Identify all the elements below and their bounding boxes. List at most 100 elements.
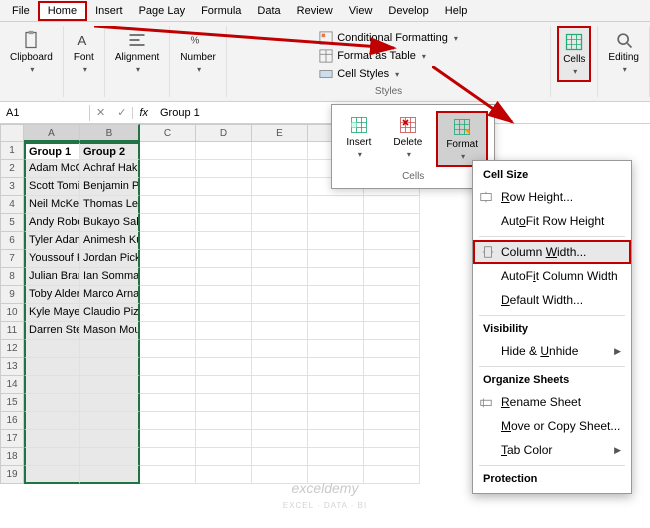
delete-button[interactable]: Delete▾ <box>385 111 430 167</box>
cell[interactable] <box>196 250 252 268</box>
row-header[interactable]: 9 <box>0 286 24 304</box>
cell[interactable] <box>252 430 308 448</box>
cell[interactable] <box>364 214 420 232</box>
row-header[interactable]: 10 <box>0 304 24 322</box>
cell[interactable] <box>196 268 252 286</box>
menu-tab-data[interactable]: Data <box>249 3 288 19</box>
menu-tab-page lay[interactable]: Page Lay <box>131 3 193 19</box>
cell[interactable] <box>308 286 364 304</box>
cell[interactable]: Tyler Adams <box>24 232 80 250</box>
menu-tab-formula[interactable]: Formula <box>193 3 249 19</box>
default-width-item[interactable]: Default Width... <box>473 288 631 312</box>
cell[interactable] <box>252 340 308 358</box>
cell[interactable] <box>252 376 308 394</box>
font-button[interactable]: A Font ▾ <box>70 26 98 78</box>
cell[interactable]: Group 2 <box>80 142 140 160</box>
cell[interactable] <box>140 322 196 340</box>
cell[interactable] <box>140 178 196 196</box>
cell[interactable] <box>196 340 252 358</box>
cell[interactable] <box>252 412 308 430</box>
cell[interactable] <box>308 304 364 322</box>
cell[interactable] <box>140 160 196 178</box>
cell[interactable] <box>196 160 252 178</box>
cell[interactable] <box>308 196 364 214</box>
conditional-formatting-button[interactable]: Conditional Formatting▾ <box>317 30 460 46</box>
cell[interactable] <box>252 214 308 232</box>
cell[interactable] <box>308 394 364 412</box>
cell[interactable] <box>80 448 140 466</box>
row-header[interactable]: 8 <box>0 268 24 286</box>
cell[interactable]: Mason Mount <box>80 322 140 340</box>
cell[interactable]: Achraf Hakimi <box>80 160 140 178</box>
cell[interactable] <box>252 142 308 160</box>
cell[interactable] <box>364 430 420 448</box>
row-header[interactable]: 3 <box>0 178 24 196</box>
cell[interactable] <box>308 250 364 268</box>
clipboard-button[interactable]: Clipboard ▾ <box>6 26 57 78</box>
cell[interactable] <box>80 394 140 412</box>
cell[interactable] <box>140 358 196 376</box>
cell[interactable] <box>252 196 308 214</box>
cell[interactable] <box>24 448 80 466</box>
cell[interactable] <box>364 448 420 466</box>
cell[interactable] <box>196 394 252 412</box>
autofit-row-item[interactable]: AutoFit Row Height <box>473 209 631 233</box>
cell[interactable] <box>24 358 80 376</box>
cell[interactable] <box>80 376 140 394</box>
row-header[interactable]: 14 <box>0 376 24 394</box>
cell[interactable] <box>196 232 252 250</box>
cell[interactable] <box>252 286 308 304</box>
cell[interactable] <box>24 340 80 358</box>
alignment-button[interactable]: Alignment ▾ <box>111 26 163 78</box>
cell[interactable] <box>364 322 420 340</box>
move-copy-item[interactable]: Move or Copy Sheet... <box>473 414 631 438</box>
cell[interactable] <box>140 196 196 214</box>
cell[interactable] <box>252 322 308 340</box>
cell[interactable] <box>364 340 420 358</box>
cell[interactable] <box>140 142 196 160</box>
cell[interactable] <box>308 322 364 340</box>
cell[interactable] <box>364 250 420 268</box>
cell[interactable] <box>196 358 252 376</box>
cell[interactable]: Ian Sommar <box>80 268 140 286</box>
cell[interactable] <box>140 448 196 466</box>
row-header[interactable]: 12 <box>0 340 24 358</box>
cell[interactable] <box>196 214 252 232</box>
col-header[interactable]: D <box>196 124 252 142</box>
cell[interactable]: Jordan Pickford <box>80 250 140 268</box>
menu-tab-view[interactable]: View <box>341 3 381 19</box>
cell[interactable] <box>308 232 364 250</box>
cells-button[interactable]: Cells ▾ <box>557 26 591 82</box>
cell[interactable]: Julian Brandt <box>24 268 80 286</box>
fx-icon[interactable]: fx <box>132 107 154 119</box>
cell[interactable] <box>24 376 80 394</box>
cell[interactable] <box>24 412 80 430</box>
cell[interactable] <box>364 394 420 412</box>
cell[interactable] <box>364 196 420 214</box>
cell[interactable] <box>252 304 308 322</box>
cell[interactable] <box>196 178 252 196</box>
cell[interactable] <box>140 214 196 232</box>
col-header[interactable]: E <box>252 124 308 142</box>
cell[interactable] <box>140 340 196 358</box>
cell[interactable] <box>308 412 364 430</box>
cell[interactable] <box>140 232 196 250</box>
cell[interactable] <box>252 268 308 286</box>
col-header[interactable]: A <box>24 124 80 142</box>
row-header[interactable]: 18 <box>0 448 24 466</box>
cell[interactable] <box>80 358 140 376</box>
cell[interactable] <box>140 430 196 448</box>
cell[interactable] <box>252 232 308 250</box>
format-button[interactable]: Format▾ <box>436 111 488 167</box>
cell[interactable] <box>24 466 80 484</box>
row-header[interactable]: 19 <box>0 466 24 484</box>
row-header[interactable]: 15 <box>0 394 24 412</box>
cell[interactable] <box>364 268 420 286</box>
cell[interactable] <box>140 250 196 268</box>
cell[interactable]: Claudio Pizzaro <box>80 304 140 322</box>
cell[interactable]: Marco Arnautovic <box>80 286 140 304</box>
cell[interactable] <box>196 286 252 304</box>
cell[interactable] <box>80 412 140 430</box>
row-header[interactable]: 7 <box>0 250 24 268</box>
cell[interactable]: Andy Robertson <box>24 214 80 232</box>
